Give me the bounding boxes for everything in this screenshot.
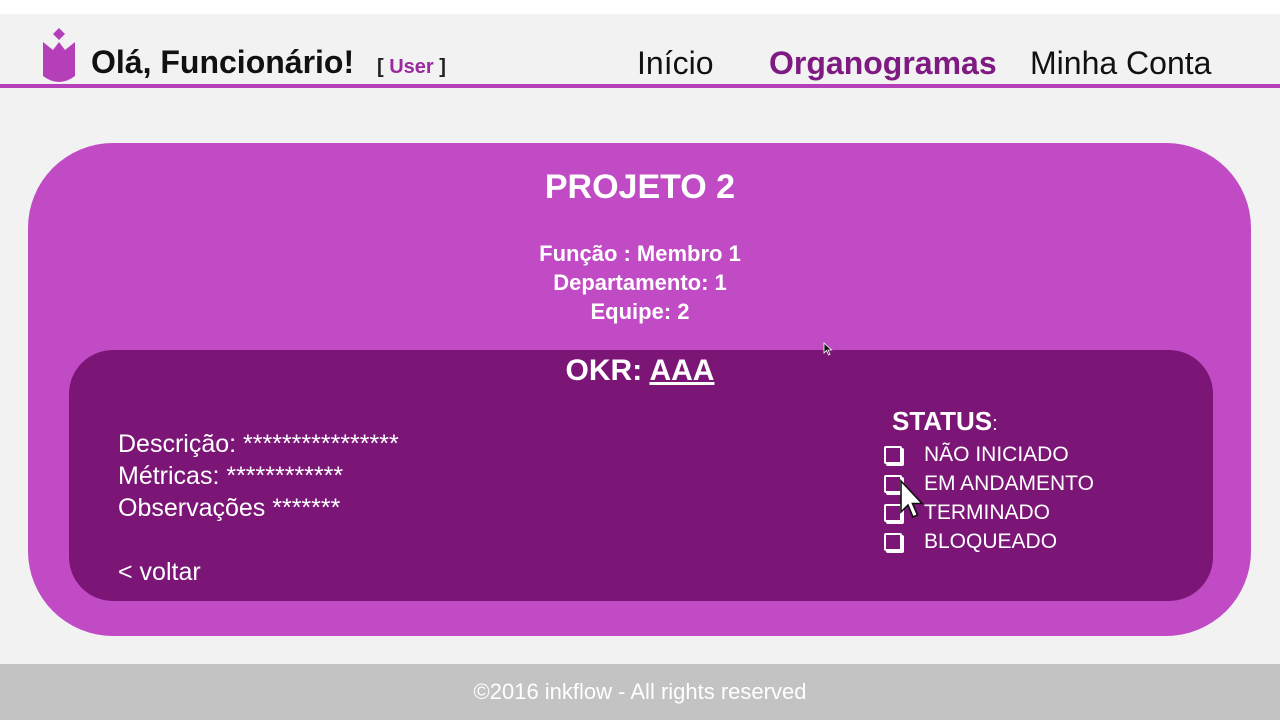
back-link[interactable]: < voltar bbox=[118, 558, 201, 587]
role-name: User bbox=[389, 56, 434, 78]
status-option-label: EM ANDAMENTO bbox=[924, 472, 1094, 495]
project-title: PROJETO 2 bbox=[544, 168, 736, 206]
role-bracket-close: ] bbox=[439, 56, 446, 78]
nav-organogramas[interactable]: Organogramas bbox=[769, 45, 997, 82]
mouse-cursor-icon bbox=[823, 342, 833, 356]
top-bar: Olá, Funcionário! [ User ] Início Organo… bbox=[0, 14, 1280, 84]
status-title: STATUS: bbox=[892, 406, 998, 437]
mouse-cursor-icon bbox=[900, 479, 924, 519]
status-title-colon: : bbox=[992, 413, 998, 435]
okr-label: OKR: bbox=[565, 354, 650, 387]
okr-observacoes: Observações ******* bbox=[118, 494, 341, 522]
user-role-badge: [ User ] bbox=[377, 56, 446, 79]
project-departamento: Departamento: 1 bbox=[553, 270, 727, 295]
okr-descricao: Descrição: **************** bbox=[118, 430, 399, 458]
checkbox-icon[interactable] bbox=[884, 533, 902, 551]
okr-metricas: Métricas: ************ bbox=[118, 462, 344, 490]
greeting-title: Olá, Funcionário! bbox=[91, 44, 355, 80]
status-option-label: NÃO INICIADO bbox=[924, 443, 1069, 466]
project-funcao: Função : Membro 1 bbox=[539, 241, 741, 266]
status-option-label: BLOQUEADO bbox=[924, 530, 1058, 553]
role-bracket-open: [ bbox=[377, 56, 384, 78]
status-title-label: STATUS bbox=[892, 406, 993, 436]
tulip-logo-icon bbox=[43, 28, 75, 82]
project-equipe: Equipe: 2 bbox=[590, 299, 690, 324]
checkbox-icon[interactable] bbox=[884, 446, 902, 464]
footer: ©2016 inkflow - All rights reserved bbox=[0, 664, 1280, 720]
nav-minha-conta[interactable]: Minha Conta bbox=[1030, 45, 1211, 82]
status-option-nao-iniciado[interactable]: NÃO INICIADO bbox=[884, 443, 1069, 467]
nav-inicio[interactable]: Início bbox=[637, 45, 713, 82]
status-option-label: TERMINADO bbox=[924, 501, 1050, 524]
okr-name-link[interactable]: AAA bbox=[649, 354, 714, 387]
status-option-bloqueado[interactable]: BLOQUEADO bbox=[884, 530, 1057, 554]
okr-title: OKR: AAA bbox=[0, 354, 1280, 388]
